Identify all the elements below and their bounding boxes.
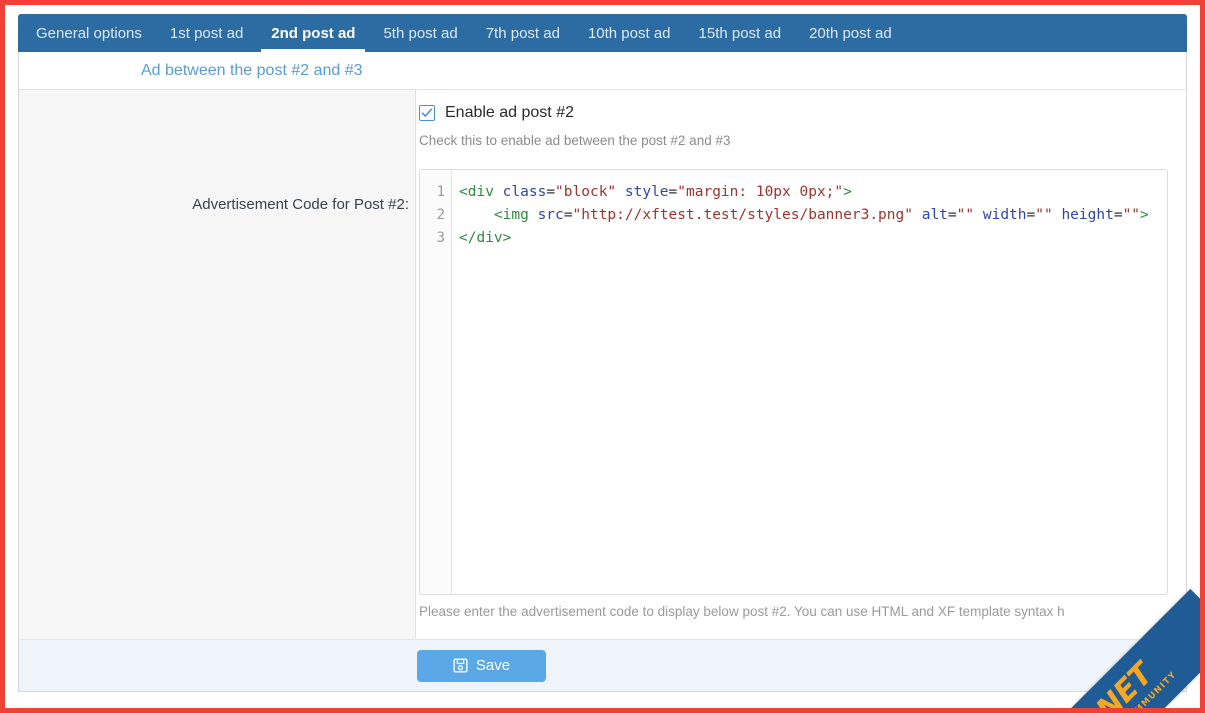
code-token: <div	[459, 184, 503, 200]
code-token: =	[563, 207, 573, 223]
code-token: alt	[921, 207, 948, 223]
enable-ad-checkbox-row[interactable]: Enable ad post #2	[419, 104, 1168, 122]
line-number: 3	[436, 230, 445, 246]
form-footer: Save	[19, 639, 1186, 691]
line-number: 2	[436, 207, 445, 223]
enable-ad-hint: Check this to enable ad between the post…	[419, 133, 731, 148]
code-line: <img src="http://xftest.test/styles/bann…	[459, 204, 1167, 227]
page-title: Ad between the post #2 and #3	[141, 61, 363, 79]
save-button[interactable]: Save	[417, 649, 546, 682]
code-token: ""	[956, 207, 975, 223]
code-token: "http://xftest.test/styles/banner3.png"	[572, 207, 913, 223]
code-token: "margin: 10px 0px;"	[677, 184, 844, 200]
enable-ad-checkbox[interactable]	[419, 105, 435, 121]
admin-page: General options 1st post ad 2nd post ad 5th…	[5, 5, 1200, 708]
code-token: <img	[459, 207, 538, 223]
code-line: </div>	[459, 227, 1167, 250]
line-number: 1	[436, 184, 445, 200]
enable-ad-checkbox-label: Enable ad post #2	[445, 104, 574, 121]
code-editor-hint: Please enter the advertisement code to d…	[419, 604, 1065, 619]
checkmark-icon	[421, 108, 433, 117]
form-label-column: Advertisement Code for Post #2:	[19, 90, 416, 639]
code-token: >	[1140, 207, 1149, 223]
tab-5th-post-ad[interactable]: 5th post ad	[369, 14, 471, 52]
code-token: </div>	[459, 230, 512, 246]
tab-1st-post-ad[interactable]: 1st post ad	[156, 14, 257, 52]
code-token: =	[1026, 207, 1036, 223]
code-line: <div class="block" style="margin: 10px 0…	[459, 181, 1167, 204]
tab-2nd-post-ad[interactable]: 2nd post ad	[257, 14, 369, 52]
code-token: =	[546, 184, 556, 200]
screenshot-frame: General options 1st post ad 2nd post ad 5th…	[0, 0, 1205, 713]
code-token: width	[982, 207, 1027, 223]
options-panel: Ad between the post #2 and #3 Advertisem…	[18, 52, 1187, 692]
code-token: height	[1061, 207, 1114, 223]
code-gutter: 1 2 3	[420, 170, 452, 594]
code-token: ""	[1122, 207, 1141, 223]
code-token: class	[502, 184, 547, 200]
code-token: =	[1113, 207, 1123, 223]
code-token: src	[537, 207, 564, 223]
tab-10th-post-ad[interactable]: 10th post ad	[574, 14, 685, 52]
code-token: =	[668, 184, 678, 200]
form-row: Advertisement Code for Post #2: Enable a…	[19, 90, 1186, 639]
tab-7th-post-ad[interactable]: 7th post ad	[472, 14, 574, 52]
tab-15th-post-ad[interactable]: 15th post ad	[685, 14, 796, 52]
code-textarea[interactable]: <div class="block" style="margin: 10px 0…	[452, 170, 1167, 594]
panel-title-bar: Ad between the post #2 and #3	[19, 52, 1186, 90]
tab-bar: General options 1st post ad 2nd post ad 5th…	[18, 14, 1187, 52]
code-token: style	[624, 184, 669, 200]
save-button-label: Save	[475, 657, 511, 674]
tab-20th-post-ad[interactable]: 20th post ad	[795, 14, 906, 52]
code-token: =	[947, 207, 957, 223]
form-field-column: Enable ad post #2 Check this to enable a…	[416, 90, 1186, 639]
code-editor[interactable]: 123 <div class="block" style="margin: 10…	[419, 169, 1168, 595]
tab-general-options[interactable]: General options	[22, 14, 156, 52]
advertisement-code-label: Advertisement Code for Post #2:	[192, 196, 409, 213]
code-token: >	[843, 184, 852, 200]
code-token: "block"	[555, 184, 617, 200]
code-token: ""	[1035, 207, 1053, 223]
floppy-disk-icon	[453, 658, 468, 673]
